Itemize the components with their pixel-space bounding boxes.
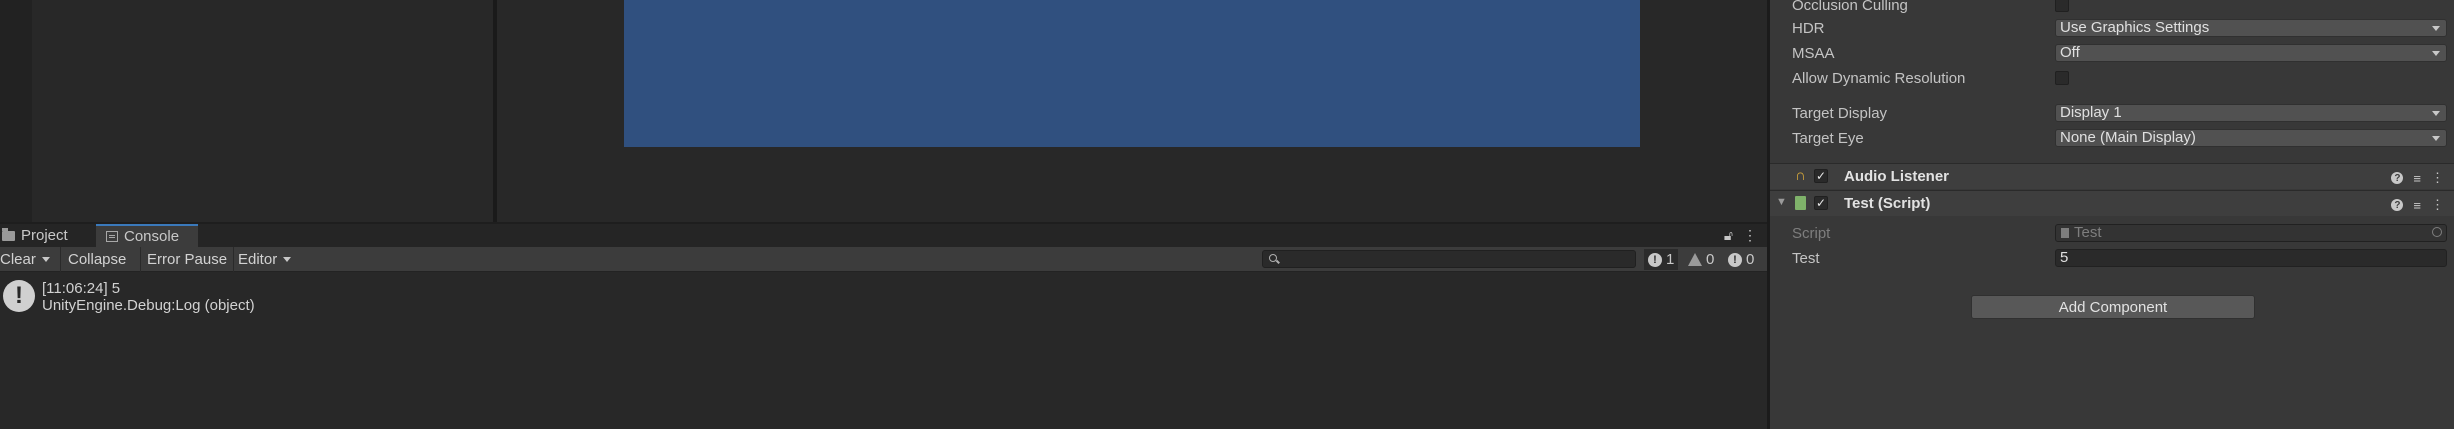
- test-script-title: Test (Script): [1844, 195, 1931, 212]
- console-search[interactable]: [1262, 250, 1636, 268]
- audio-listener-header[interactable]: ∩ ✓ Audio Listener ? ≡ ⋮: [1770, 163, 2454, 189]
- test-script-tools: ? ≡ ⋮: [2391, 197, 2444, 213]
- test-field-input[interactable]: 5: [2055, 249, 2447, 267]
- chevron-down-icon: [283, 257, 292, 262]
- folder-icon: [2, 227, 15, 241]
- script-icon: [1795, 196, 1806, 210]
- script-field: Test: [2055, 224, 2447, 242]
- bottom-tab-bar: Project Console 🔓︎ ⋮: [0, 224, 1767, 247]
- script-value: Test: [2074, 224, 2102, 241]
- chevron-down-icon: [2432, 51, 2440, 56]
- console-icon: [106, 231, 118, 242]
- tab-project-label: Project: [21, 227, 68, 244]
- target-display-label: Target Display: [1792, 105, 1888, 122]
- tab-tools: 🔓︎ ⋮: [1724, 224, 1767, 247]
- target-eye-value: None (Main Display): [2060, 129, 2196, 146]
- occlusion-culling-label: Occlusion Culling: [1792, 0, 1908, 14]
- test-script-enabled-checkbox[interactable]: ✓: [1814, 196, 1828, 210]
- hdr-dropdown[interactable]: Use Graphics Settings: [2055, 19, 2447, 37]
- script-label: Script: [1792, 225, 1831, 242]
- warning-count-toggle[interactable]: 0: [1684, 249, 1718, 270]
- search-icon: [1269, 254, 1277, 262]
- editor-label: Editor: [238, 251, 278, 268]
- log-count: 1: [1666, 251, 1675, 268]
- test-script-header[interactable]: ▼ ✓ Test (Script) ? ≡ ⋮: [1770, 190, 2454, 216]
- log-message: [11:06:24] 5: [42, 280, 121, 297]
- presets-icon[interactable]: ≡: [2413, 171, 2421, 186]
- log-count-toggle[interactable]: ! 1: [1644, 249, 1679, 270]
- editor-dropdown[interactable]: Editor: [238, 247, 292, 272]
- lock-icon[interactable]: 🔓︎: [1724, 227, 1733, 244]
- test-field-label: Test: [1792, 250, 1820, 267]
- error-pause-button[interactable]: Error Pause: [142, 247, 234, 272]
- add-component-button[interactable]: Add Component: [1971, 295, 2255, 319]
- hdr-value: Use Graphics Settings: [2060, 19, 2210, 36]
- chevron-down-icon: [2432, 111, 2440, 116]
- collapse-label: Collapse: [68, 251, 127, 268]
- tab-console-label: Console: [124, 228, 180, 245]
- log-stacktrace: UnityEngine.Debug:Log (object): [42, 297, 255, 314]
- msaa-dropdown[interactable]: Off: [2055, 44, 2447, 62]
- warning-count: 0: [1706, 251, 1715, 268]
- error-count-toggle[interactable]: ! 0: [1724, 249, 1758, 270]
- script-file-icon: [2061, 228, 2069, 238]
- search-input[interactable]: [1283, 251, 1633, 267]
- tab-project[interactable]: Project: [0, 224, 92, 247]
- error-count: 0: [1746, 251, 1755, 268]
- help-icon[interactable]: ?: [2391, 199, 2404, 211]
- dynamic-resolution-checkbox[interactable]: [2055, 71, 2069, 85]
- clear-label: Clear: [0, 251, 36, 268]
- collapse-button[interactable]: Collapse: [61, 247, 141, 272]
- hierarchy-gutter: [0, 0, 32, 222]
- headphones-icon: ∩: [1795, 167, 1806, 184]
- target-display-value: Display 1: [2060, 104, 2122, 121]
- chevron-down-icon[interactable]: [41, 257, 50, 262]
- kebab-menu-icon[interactable]: ⋮: [2431, 170, 2444, 186]
- info-icon: !: [1648, 252, 1662, 267]
- target-eye-label: Target Eye: [1792, 130, 1864, 147]
- target-eye-dropdown[interactable]: None (Main Display): [2055, 129, 2447, 147]
- msaa-value: Off: [2060, 44, 2080, 61]
- presets-icon[interactable]: ≡: [2413, 198, 2421, 213]
- hierarchy-panel[interactable]: [32, 0, 493, 222]
- warning-icon: [1688, 253, 1702, 266]
- audio-listener-tools: ? ≡ ⋮: [2391, 170, 2444, 186]
- error-pause-label: Error Pause: [147, 251, 228, 268]
- help-icon[interactable]: ?: [2391, 172, 2404, 184]
- hdr-label: HDR: [1792, 20, 1825, 37]
- console-toolbar: Clear Collapse Error Pause Editor ! 1 0 …: [0, 247, 1767, 272]
- tab-console[interactable]: Console: [96, 224, 198, 247]
- audio-listener-enabled-checkbox[interactable]: ✓: [1814, 169, 1828, 183]
- chevron-down-icon: [2432, 26, 2440, 31]
- dynamic-resolution-label: Allow Dynamic Resolution: [1792, 70, 1966, 87]
- error-icon: !: [1728, 252, 1742, 267]
- console-log-area[interactable]: [0, 272, 1767, 429]
- game-view-render[interactable]: [624, 0, 1640, 147]
- occlusion-culling-checkbox[interactable]: [2055, 0, 2069, 12]
- clear-button[interactable]: Clear: [0, 247, 61, 272]
- target-display-dropdown[interactable]: Display 1: [2055, 104, 2447, 122]
- kebab-menu-icon[interactable]: ⋮: [1743, 227, 1757, 244]
- info-icon: !: [3, 280, 35, 312]
- object-picker-icon[interactable]: [2432, 227, 2442, 237]
- foldout-arrow-icon[interactable]: ▼: [1776, 196, 1787, 208]
- audio-listener-title: Audio Listener: [1844, 168, 1950, 185]
- kebab-menu-icon[interactable]: ⋮: [2431, 197, 2444, 213]
- msaa-label: MSAA: [1792, 45, 1835, 62]
- chevron-down-icon: [2432, 136, 2440, 141]
